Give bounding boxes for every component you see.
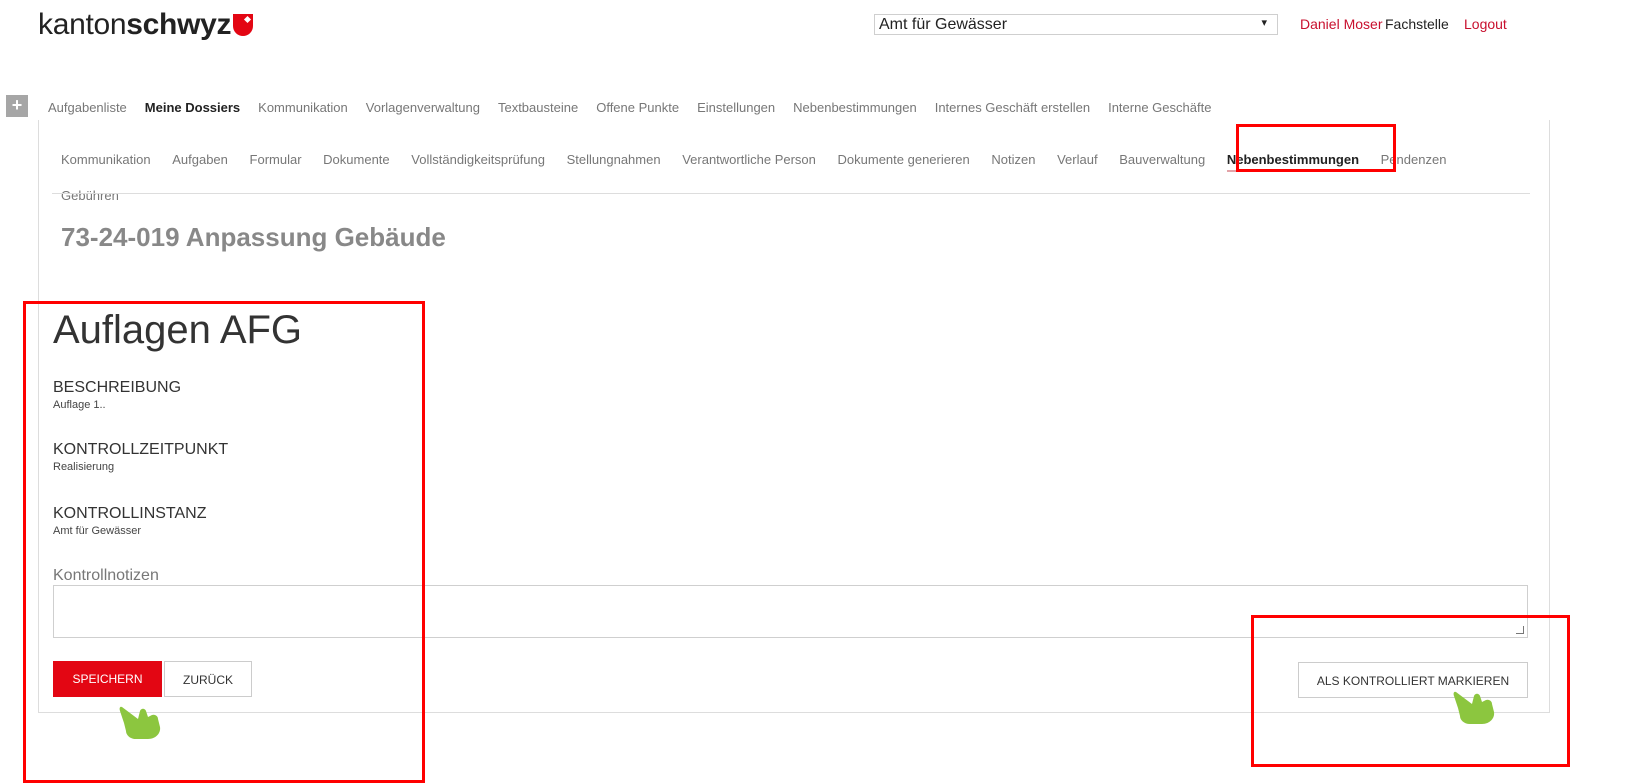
resize-grip-icon[interactable] <box>1516 626 1524 634</box>
control-time-label: KONTROLLZEITPUNKT <box>53 441 229 458</box>
section-title: Auflagen AFG <box>53 308 303 352</box>
back-button[interactable]: ZURÜCK <box>164 661 252 697</box>
tab-pendenzen[interactable]: Pendenzen <box>1381 142 1447 178</box>
control-instance-value: Amt für Gewässer <box>53 525 142 537</box>
tab-vollstaendigkeitspruefung[interactable]: Vollständigkeitsprüfung <box>411 142 545 178</box>
main-nav-item-interne-geschaefte[interactable]: Interne Geschäfte <box>1108 100 1211 115</box>
description-label: BESCHREIBUNG <box>53 379 182 396</box>
caret-down-icon: ▾ <box>1261 17 1267 29</box>
organization-select-value: Amt für Gewässer <box>879 16 1008 33</box>
tab-stellungnahmen[interactable]: Stellungnahmen <box>567 142 661 178</box>
main-nav-item-offene-punkte[interactable]: Offene Punkte <box>596 100 679 115</box>
dossier-title: 73-24-019 Anpassung Gebäude <box>61 222 446 252</box>
tab-gebuehren[interactable]: Gebühren <box>61 178 119 214</box>
main-nav: Aufgabenliste Meine Dossiers Kommunikati… <box>48 100 1229 115</box>
description-value: Auflage 1.. <box>53 399 106 411</box>
tab-dokumente-generieren[interactable]: Dokumente generieren <box>838 142 970 178</box>
tab-formular[interactable]: Formular <box>250 142 302 178</box>
main-nav-item-kommunikation[interactable]: Kommunikation <box>258 100 348 115</box>
control-notes-label: Kontrollnotizen <box>53 567 159 584</box>
logo-text-light: kanton <box>38 8 127 41</box>
main-nav-item-meine-dossiers[interactable]: Meine Dossiers <box>145 100 240 115</box>
control-time-value: Realisierung <box>53 461 115 473</box>
tab-bauverwaltung[interactable]: Bauverwaltung <box>1119 142 1205 178</box>
control-notes-textarea[interactable] <box>53 585 1528 638</box>
tab-kommunikation[interactable]: Kommunikation <box>61 142 151 178</box>
main-nav-item-textbausteine[interactable]: Textbausteine <box>498 100 578 115</box>
main-nav-item-internes-geschaeft-erstellen[interactable]: Internes Geschäft erstellen <box>935 100 1090 115</box>
control-instance-label: KONTROLLINSTANZ <box>53 505 207 522</box>
main-nav-item-vorlagenverwaltung[interactable]: Vorlagenverwaltung <box>366 100 480 115</box>
tabs-divider <box>52 193 1530 194</box>
logout-link[interactable]: Logout <box>1464 16 1507 32</box>
user-name-link[interactable]: Daniel Moser <box>1300 16 1382 32</box>
tab-verlauf[interactable]: Verlauf <box>1057 142 1097 178</box>
plus-icon[interactable]: + <box>6 95 28 117</box>
tab-verantwortliche-person[interactable]: Verantwortliche Person <box>682 142 816 178</box>
save-button[interactable]: SPEICHERN <box>53 661 162 697</box>
main-nav-item-nebenbestimmungen[interactable]: Nebenbestimmungen <box>793 100 917 115</box>
pointing-hand-icon <box>119 706 161 739</box>
tab-notizen[interactable]: Notizen <box>991 142 1035 178</box>
user-role-label: Fachstelle <box>1385 16 1449 32</box>
main-nav-item-aufgabenliste[interactable]: Aufgabenliste <box>48 100 127 115</box>
main-nav-item-einstellungen[interactable]: Einstellungen <box>697 100 775 115</box>
tab-dokumente[interactable]: Dokumente <box>323 142 389 178</box>
shield-icon <box>233 14 254 36</box>
kanton-schwyz-logo[interactable]: kantonschwyz <box>38 8 254 42</box>
tab-nebenbestimmungen[interactable]: Nebenbestimmungen <box>1226 152 1360 172</box>
logo-text-bold: schwyz <box>126 8 232 41</box>
organization-select[interactable]: Amt für Gewässer ▾ <box>874 14 1278 35</box>
tab-aufgaben[interactable]: Aufgaben <box>172 142 228 178</box>
pointing-hand-icon <box>1453 691 1495 724</box>
dossier-tabs: Kommunikation Aufgaben Formular Dokument… <box>61 142 1531 214</box>
